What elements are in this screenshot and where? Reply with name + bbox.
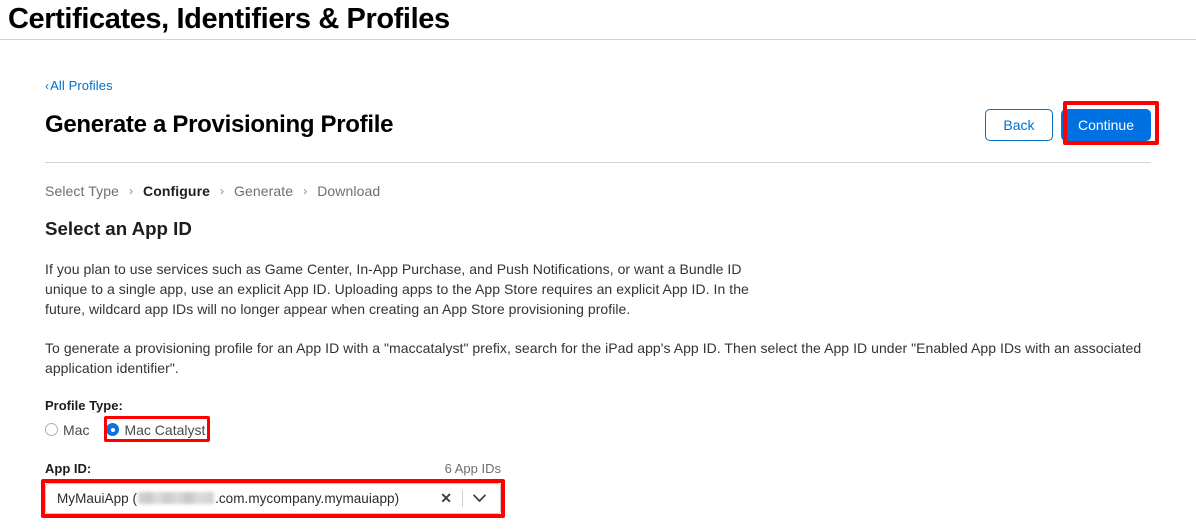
app-id-value-prefix: MyMauiApp ( bbox=[57, 490, 138, 506]
radio-icon-mac-catalyst[interactable] bbox=[106, 423, 120, 437]
select-app-id-heading: Select an App ID bbox=[45, 217, 192, 239]
app-id-select[interactable]: MyMauiApp ( .com.mycompany.mymauiapp) ✕ bbox=[45, 482, 501, 514]
app-id-value-suffix: .com.mycompany.mymauiapp) bbox=[215, 490, 400, 506]
step-separator-icon: › bbox=[220, 184, 225, 198]
step-configure[interactable]: Configure bbox=[143, 183, 210, 199]
back-button[interactable]: Back bbox=[984, 109, 1053, 141]
profile-type-label: Profile Type: bbox=[45, 397, 123, 413]
app-id-description-paragraph: If you plan to use services such as Game… bbox=[45, 260, 749, 317]
header-divider bbox=[45, 162, 1151, 163]
select-divider bbox=[462, 489, 463, 507]
radio-icon-mac[interactable] bbox=[45, 423, 58, 437]
app-id-select-wrapper: MyMauiApp ( .com.mycompany.mymauiapp) ✕ bbox=[41, 478, 505, 518]
step-download[interactable]: Download bbox=[317, 183, 380, 199]
header-row: Generate a Provisioning Profile Back Con… bbox=[45, 101, 1159, 145]
redacted-team-id bbox=[138, 492, 215, 505]
app-id-label-row: App ID: 6 App IDs bbox=[45, 461, 501, 477]
app-id-select-actions: ✕ bbox=[432, 484, 500, 513]
step-generate[interactable]: Generate bbox=[234, 183, 293, 199]
clear-icon[interactable]: ✕ bbox=[432, 491, 460, 505]
continue-button[interactable]: Continue bbox=[1060, 109, 1151, 141]
app-id-count: 6 App IDs bbox=[444, 460, 501, 476]
page-content: ‹All Profiles Generate a Provisioning Pr… bbox=[0, 40, 1196, 518]
header-actions: Back Continue bbox=[984, 101, 1159, 145]
radio-option-mac-catalyst[interactable]: Mac Catalyst bbox=[106, 422, 205, 438]
radio-label-mac: Mac bbox=[63, 421, 90, 438]
maccatalyst-description-paragraph: To generate a provisioning profile for a… bbox=[45, 339, 1142, 376]
all-profiles-label: All Profiles bbox=[50, 78, 113, 93]
radio-option-mac[interactable]: Mac bbox=[45, 422, 89, 438]
profile-type-radio-group: Mac Mac Catalyst bbox=[45, 415, 1151, 442]
radio-label-mac-catalyst: Mac Catalyst bbox=[124, 421, 206, 438]
step-breadcrumb: Select Type › Configure › Generate › Dow… bbox=[45, 183, 1151, 199]
step-select-type[interactable]: Select Type bbox=[45, 183, 119, 199]
chevron-left-icon: ‹ bbox=[45, 79, 50, 93]
section-title: Generate a Provisioning Profile bbox=[45, 111, 394, 138]
step-separator-icon: › bbox=[303, 184, 308, 198]
app-id-selected-value: MyMauiApp ( .com.mycompany.mymauiapp) bbox=[57, 491, 432, 506]
chevron-down-icon[interactable] bbox=[465, 494, 491, 503]
page-title: Certificates, Identifiers & Profiles bbox=[8, 3, 450, 35]
step-separator-icon: › bbox=[129, 184, 133, 198]
all-profiles-back-link[interactable]: ‹All Profiles bbox=[45, 78, 113, 94]
app-id-label: App ID: bbox=[45, 460, 92, 476]
